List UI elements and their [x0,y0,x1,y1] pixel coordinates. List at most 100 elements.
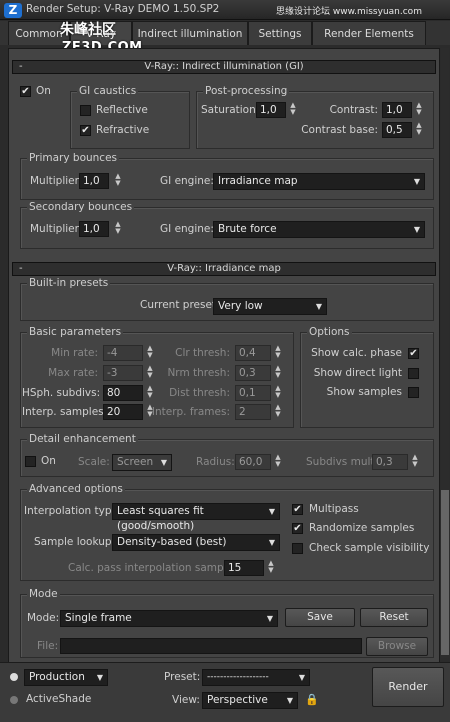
window-title: Render Setup: V-Ray DEMO 1.50.SP2 [26,3,220,15]
rollout-gi-title: V-Ray:: Indirect illumination (GI) [144,61,304,72]
secondary-multiplier-spinner-icon[interactable]: ▲ ▼ [113,221,123,237]
min-rate-label: Min rate: [51,347,98,359]
saturation-input[interactable]: 1,0 [256,102,286,118]
calc-pass-label: Calc. pass interpolation samples: [68,562,243,574]
subdivs-mult-spinner-icon[interactable]: ▲ ▼ [410,454,420,470]
calc-pass-spinner-icon[interactable]: ▲ ▼ [266,560,276,576]
scale-label: Scale: [78,456,110,468]
contrast-label: Contrast: [329,104,378,116]
check-sample-visibility-label: Check sample visibility [309,542,430,554]
refractive-checkbox[interactable]: ✔ [80,125,91,136]
interp-frames-input[interactable]: 2 [235,404,271,420]
scrollbar-thumb[interactable] [441,490,449,655]
radius-label: Radius: [196,456,235,468]
min-rate-spinner-icon[interactable]: ▲ ▼ [145,345,155,361]
multipass-checkbox[interactable]: ✔ [292,504,303,515]
calc-pass-input[interactable]: 15 [224,560,264,576]
dist-thresh-spinner-icon[interactable]: ▲ ▼ [273,385,283,401]
render-button[interactable]: Render [372,667,444,707]
saturation-label: Saturation: [201,104,260,116]
preset-label: Preset: [164,671,201,683]
preset-dropdown[interactable]: ------------------- ▼ [202,669,310,686]
contrast-spinner-icon[interactable]: ▲ ▼ [414,102,424,118]
secondary-multiplier-input[interactable]: 1,0 [79,221,109,237]
primary-multiplier-input[interactable]: 1,0 [79,173,109,189]
show-samples-checkbox[interactable] [408,387,419,398]
contrast-base-input[interactable]: 0,5 [382,122,412,138]
chevron-down-icon: ▼ [315,302,323,311]
view-dropdown[interactable]: Perspective ▼ [202,692,298,709]
clr-thresh-label: Clr thresh: [175,347,230,359]
reflective-checkbox[interactable] [80,105,91,116]
production-dropdown[interactable]: Production ▼ [24,669,108,686]
file-path-input[interactable] [60,638,362,654]
rollout-irradiance-header[interactable]: - V-Ray:: Irradiance map [12,262,436,276]
check-sample-visibility-checkbox[interactable] [292,543,303,554]
interpolation-type-label: Interpolation type: [24,505,122,517]
contrast-base-spinner-icon[interactable]: ▲ ▼ [414,122,424,138]
scale-dropdown[interactable]: Screen ▼ [112,454,172,471]
show-calc-phase-label: Show calc. phase [311,347,402,359]
nrm-thresh-label: Nrm thresh: [167,367,230,379]
detail-on-label: On [41,455,56,467]
subdivs-mult-input[interactable]: 0,3 [372,454,408,470]
activeshade-radio[interactable] [10,696,18,704]
saturation-spinner-icon[interactable]: ▲ ▼ [288,102,298,118]
randomize-samples-checkbox[interactable]: ✔ [292,523,303,534]
interp-samples-input[interactable]: 20 [103,404,143,420]
production-radio[interactable] [10,673,18,681]
sample-lookup-dropdown[interactable]: Density-based (best) ▼ [112,534,280,551]
show-direct-light-label: Show direct light [313,367,402,379]
dist-thresh-label: Dist thresh: [169,387,230,399]
show-calc-phase-checkbox[interactable]: ✔ [408,348,419,359]
detail-on-checkbox[interactable] [25,456,36,467]
rollout-gi-header[interactable]: - V-Ray:: Indirect illumination (GI) [12,60,436,74]
chevron-down-icon: ▼ [286,696,294,705]
tab-indirect-illumination[interactable]: Indirect illumination [132,21,248,45]
primary-engine-label: GI engine: [160,175,214,187]
chevron-down-icon: ▼ [160,458,168,467]
clr-thresh-input[interactable]: 0,4 [235,345,271,361]
radius-spinner-icon[interactable]: ▲ ▼ [273,454,283,470]
activeshade-label: ActiveShade [26,693,92,705]
tab-render-elements[interactable]: Render Elements [312,21,426,45]
reflective-label: Reflective [96,104,148,116]
max-rate-input[interactable]: -3 [103,365,143,381]
browse-button[interactable]: Browse [366,637,428,656]
primary-engine-dropdown[interactable]: Irradiance map ▼ [213,173,425,190]
randomize-samples-label: Randomize samples [309,522,415,534]
tab-settings[interactable]: Settings [248,21,312,45]
gi-on-checkbox[interactable]: ✔ [20,86,31,97]
lock-icon[interactable]: 🔒 [305,693,319,707]
clr-thresh-spinner-icon[interactable]: ▲ ▼ [273,345,283,361]
interp-frames-label: Interp. frames: [151,406,230,418]
max-rate-spinner-icon[interactable]: ▲ ▼ [145,365,155,381]
radius-input[interactable]: 60,0 [235,454,271,470]
file-label: File: [37,640,59,652]
hsph-subdivs-spinner-icon[interactable]: ▲ ▼ [145,385,155,401]
post-processing-group: Post-processing [196,85,434,149]
rollout-irradiance-title: V-Ray:: Irradiance map [167,263,281,274]
interpolation-type-dropdown[interactable]: Least squares fit (good/smooth) ▼ [112,503,280,532]
mode-dropdown[interactable]: Single frame ▼ [60,610,278,627]
secondary-engine-dropdown[interactable]: Brute force ▼ [213,221,425,238]
app-logo-icon: Z [4,3,22,18]
sample-lookup-label: Sample lookup: [34,536,116,548]
min-rate-input[interactable]: -4 [103,345,143,361]
save-button[interactable]: Save [285,608,355,627]
contrast-input[interactable]: 1,0 [382,102,412,118]
current-preset-dropdown[interactable]: Very low ▼ [213,298,327,315]
multipass-label: Multipass [309,503,359,515]
gi-on-label: On [36,85,51,97]
show-direct-light-checkbox[interactable] [408,368,419,379]
nrm-thresh-spinner-icon[interactable]: ▲ ▼ [273,365,283,381]
interp-frames-spinner-icon[interactable]: ▲ ▼ [273,404,283,420]
dist-thresh-input[interactable]: 0,1 [235,385,271,401]
reset-button[interactable]: Reset [360,608,428,627]
primary-multiplier-spinner-icon[interactable]: ▲ ▼ [113,173,123,189]
hsph-subdivs-input[interactable]: 80 [103,385,143,401]
secondary-multiplier-label: Multiplier: [30,223,83,235]
nrm-thresh-input[interactable]: 0,3 [235,365,271,381]
refractive-label: Refractive [96,124,150,136]
mode-label: Mode: [27,612,60,624]
